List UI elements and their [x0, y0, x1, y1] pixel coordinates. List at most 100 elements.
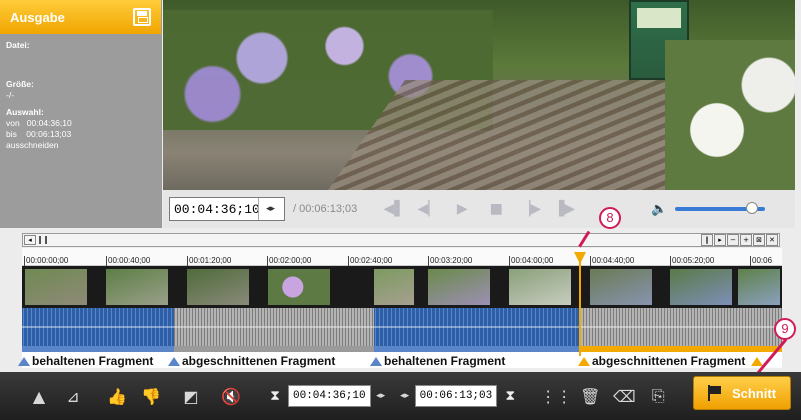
schnitt-button[interactable]: Schnitt — [693, 376, 791, 410]
timeline-scrollbar[interactable]: ◂ ‖ ▸ − + ⊠ ✕ — [22, 233, 780, 247]
zoom-in-icon[interactable]: + — [740, 234, 752, 246]
remove-marker-icon[interactable]: ⊿ — [56, 380, 90, 412]
go-to-start-icon[interactable]: ◀▌ — [381, 197, 407, 221]
datei-value — [6, 51, 155, 62]
groesse-label: Größe: — [6, 79, 34, 89]
save-icon[interactable] — [133, 8, 151, 26]
fragment-label: abgeschnittenen Fragment — [578, 354, 764, 368]
volume-icon[interactable]: 🔈 — [651, 202, 667, 217]
flag-icon — [707, 385, 722, 401]
groesse-value: -/- — [6, 90, 15, 100]
zoom-out-icon[interactable]: − — [727, 234, 739, 246]
video-cutter-window: Ausgabe Datei: Größe: -/- Auswahl: von 0… — [0, 0, 801, 420]
ruler-label: 00:00:40;00 — [106, 256, 151, 266]
thumbnail — [670, 269, 732, 305]
thumbnail — [738, 269, 780, 305]
thumbnail — [374, 269, 414, 305]
schnitt-label: Schnitt — [731, 385, 777, 401]
thumbnail — [106, 269, 168, 305]
player-controls: 00:04:36;10 ◂▸ / 00:06:13;03 ◀▌ ◀▏ ▶ ■ ▕… — [163, 190, 795, 228]
range-start-field[interactable]: 00:04:36;10 — [288, 385, 371, 407]
cut-segment-bar — [174, 346, 374, 352]
output-header: Ausgabe — [0, 0, 161, 34]
ruler-label: 00:00:00;00 — [24, 256, 69, 266]
timecode-spin-icon[interactable]: ◂▸ — [258, 198, 282, 220]
set-end-icon[interactable]: ⧗ — [499, 384, 521, 408]
trash-icon[interactable]: 🗑 — [573, 380, 607, 412]
auswahl-bis: bis 00:06:13;03 — [6, 129, 72, 139]
split-icon[interactable]: ⋮⋮ — [539, 380, 573, 412]
fragment-label: behaltenen Fragment — [18, 354, 153, 368]
ruler-label: 00:04:40;00 — [590, 256, 635, 266]
waveform-cut-segment — [174, 308, 374, 346]
zoom-fit-icon[interactable]: ⊠ — [753, 234, 765, 246]
video-thumbnails — [22, 266, 782, 308]
ruler-label: 00:04:00;00 — [509, 256, 554, 266]
thumbnail — [509, 269, 571, 305]
set-start-icon[interactable]: ⧗ — [264, 384, 286, 408]
add-marker-icon[interactable]: ▲ — [22, 380, 56, 412]
step-forward-icon[interactable]: ▕▶ — [517, 197, 543, 221]
thumbnail — [590, 269, 652, 305]
video-preview[interactable] — [163, 0, 795, 190]
ruler-label: 00:01:20;00 — [187, 256, 232, 266]
scroll-right-icon[interactable]: ▸ — [714, 234, 726, 246]
keep-segment-bar — [22, 346, 174, 352]
export-segment-icon[interactable]: ⎘ — [641, 380, 675, 412]
output-panel: Ausgabe Datei: Größe: -/- Auswahl: von 0… — [0, 0, 162, 228]
thumbnail — [428, 269, 490, 305]
range-start-spin-icon[interactable]: ◂▸ — [373, 391, 389, 401]
play-icon[interactable]: ▶ — [449, 197, 475, 221]
scroll-left-icon[interactable]: ◂ — [24, 235, 36, 245]
audio-waveform — [22, 308, 782, 346]
step-back-icon[interactable]: ◀▏ — [415, 197, 441, 221]
ruler-label: 00:03:20;00 — [428, 256, 473, 266]
fragment-labels: behaltenen Fragment abgeschnittenen Frag… — [14, 354, 794, 370]
delete-segment-icon[interactable]: ⌫ — [607, 380, 641, 412]
output-info: Datei: Größe: -/- Auswahl: von 00:04:36;… — [0, 34, 161, 228]
thumbnail — [25, 269, 87, 305]
keep-segment-bar — [374, 346, 580, 352]
output-title: Ausgabe — [10, 9, 65, 25]
callout-9: 9 — [774, 318, 796, 340]
segment-bar — [22, 346, 782, 352]
scroll-thumb[interactable] — [39, 236, 47, 244]
current-timecode-field[interactable]: 00:04:36;10 ◂▸ — [169, 197, 285, 221]
ruler-label: 00:02:00;00 — [267, 256, 312, 266]
fragment-marker-icon[interactable] — [578, 356, 590, 366]
waveform-keep-segment — [22, 308, 174, 346]
go-to-end-icon[interactable]: ▐▶ — [551, 197, 577, 221]
timeline[interactable]: 00:00:00;00 00:00:40;00 00:01:20;00 00:0… — [22, 248, 782, 368]
edit-toolbar: ▲ ⊿ 👍 👎 ◩ 🔇 ⧗ 00:04:36;10 ◂▸ ◂▸ 00:06:13… — [0, 372, 801, 420]
time-ruler: 00:00:00;00 00:00:40;00 00:01:20;00 00:0… — [22, 248, 782, 266]
zoom-all-icon[interactable]: ✕ — [766, 234, 778, 246]
fragment-label: behaltenen Fragment — [370, 354, 505, 368]
fragment-marker-icon[interactable] — [168, 356, 180, 366]
range-end-field[interactable]: 00:06:13;03 — [414, 385, 498, 407]
thumbs-up-icon[interactable]: 👍 — [100, 380, 134, 412]
ruler-label: 00:06 — [750, 256, 773, 266]
invert-selection-icon[interactable]: ◩ — [174, 380, 208, 412]
fragment-marker-icon[interactable] — [370, 356, 382, 366]
auswahl-action: ausschneiden — [6, 140, 59, 150]
range-end-spin-icon[interactable]: ◂▸ — [397, 391, 413, 401]
datei-label: Datei: — [6, 40, 30, 50]
waveform-keep-segment — [374, 308, 580, 346]
video-frame — [163, 0, 795, 190]
mute-icon[interactable]: 🔇 — [214, 380, 248, 412]
volume-slider[interactable] — [675, 202, 766, 214]
cut-marker-line[interactable] — [579, 256, 581, 356]
current-timecode[interactable]: 00:04:36;10 — [170, 202, 260, 217]
transport-controls: ◀▌ ◀▏ ▶ ■ ▕▶ ▐▶ — [381, 197, 577, 221]
thumbs-down-icon[interactable]: 👎 — [134, 380, 168, 412]
fragment-marker-icon[interactable] — [18, 356, 30, 366]
volume-slider-knob[interactable] — [745, 202, 758, 214]
pause-scroll-icon[interactable]: ‖ — [701, 234, 713, 246]
waveform-cut-segment — [580, 308, 782, 346]
auswahl-von: von 00:04:36;10 — [6, 118, 72, 128]
ruler-label: 00:02:40;00 — [348, 256, 393, 266]
zoom-tools: ‖ ▸ − + ⊠ ✕ — [701, 234, 778, 246]
callout-8: 8 — [599, 207, 621, 229]
thumbnail — [187, 269, 249, 305]
stop-icon[interactable]: ■ — [483, 197, 509, 221]
